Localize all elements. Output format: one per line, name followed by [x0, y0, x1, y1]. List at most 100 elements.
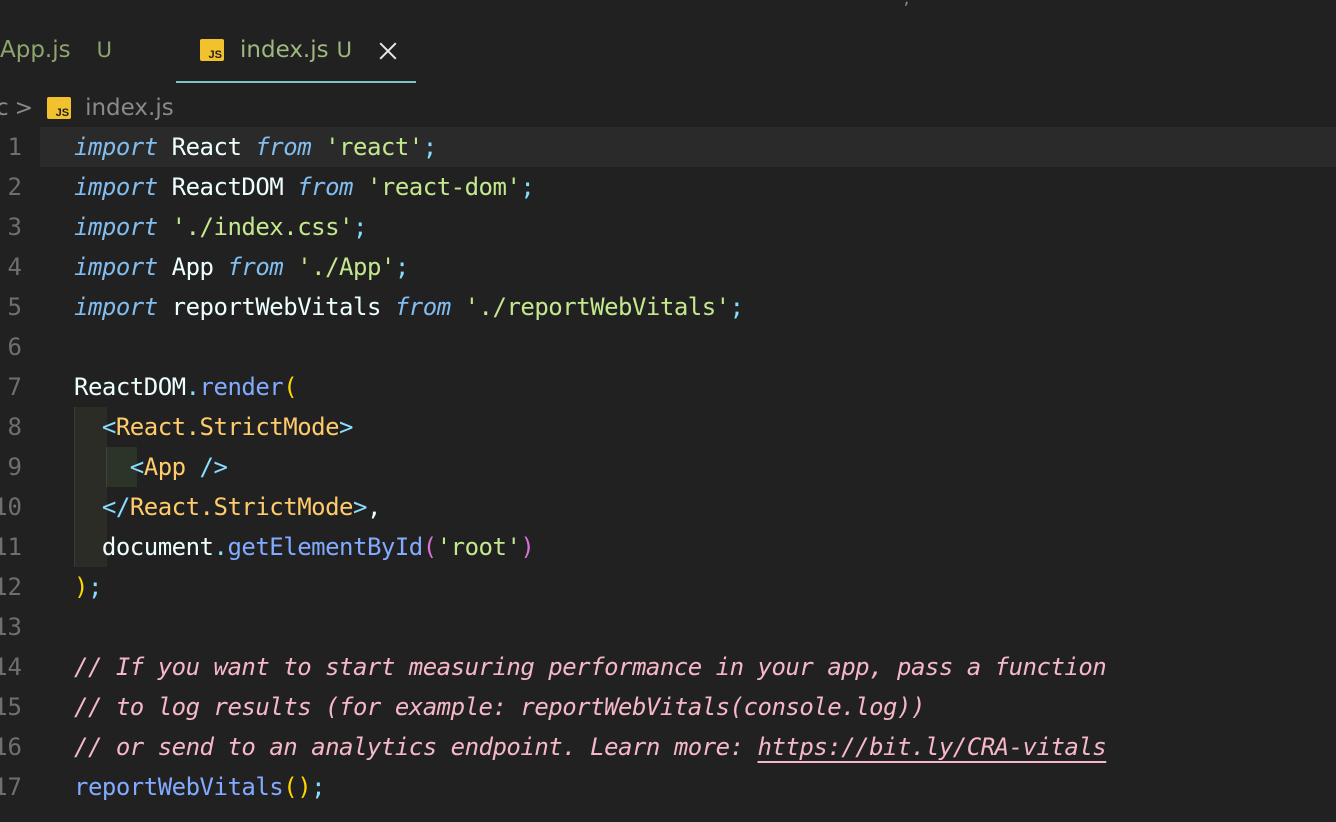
- code-text: import React from 'react';: [74, 127, 437, 167]
- code-token: .: [185, 373, 200, 401]
- code-token: import: [74, 133, 158, 161]
- code-text: <React.StrictMode>: [74, 407, 354, 447]
- code-token: getElementById: [227, 533, 423, 561]
- code-text: import './index.css';: [74, 207, 367, 247]
- code-token: ;: [87, 573, 102, 601]
- code-token: (: [422, 533, 437, 561]
- code-token: ;: [311, 773, 326, 801]
- code-line[interactable]: 12);: [0, 567, 1336, 607]
- code-line[interactable]: 17 reportWebVitals();: [0, 767, 1336, 807]
- code-text: reportWebVitals();: [74, 767, 326, 807]
- code-token: <: [129, 453, 144, 481]
- line-number: 7: [7, 373, 22, 401]
- code-token: from: [394, 293, 451, 321]
- breadcrumb-folder[interactable]: c: [0, 95, 9, 121]
- code-line[interactable]: 6: [0, 327, 1336, 367]
- code-line[interactable]: 3 import './index.css';: [0, 207, 1336, 247]
- line-number: 3: [7, 213, 22, 241]
- code-line[interactable]: 5 import reportWebVitals from './reportWe…: [0, 287, 1336, 327]
- code-token: ;: [394, 253, 409, 281]
- code-text: ReactDOM.render(: [74, 367, 298, 407]
- code-line[interactable]: 16 // or send to an analytics endpoint. L…: [0, 727, 1336, 767]
- untracked-status-badge: U: [96, 38, 112, 62]
- line-number: 11: [0, 533, 22, 561]
- code-token: React.StrictMode: [115, 413, 340, 441]
- code-token: ): [520, 533, 535, 561]
- code-token: >: [353, 493, 367, 521]
- code-line[interactable]: 14 // If you want to start measuring perf…: [0, 647, 1336, 687]
- tab-label: index.js: [240, 37, 329, 63]
- line-number: 5: [7, 293, 22, 321]
- close-icon[interactable]: [378, 40, 398, 60]
- code-token: App: [157, 253, 228, 281]
- code-line[interactable]: 11 document.getElementById('root'): [0, 527, 1336, 567]
- line-number: 2: [7, 173, 22, 201]
- line-number: 10: [0, 493, 22, 521]
- code-token: import: [74, 213, 158, 241]
- js-file-icon: JS: [200, 39, 224, 61]
- code-line[interactable]: 8 <React.StrictMode>: [0, 407, 1336, 447]
- code-text: <App />: [74, 447, 228, 487]
- tab-app-js[interactable]: App.js U: [0, 30, 112, 70]
- code-token: // or send to an analytics endpoint. Lea…: [74, 733, 758, 761]
- code-line[interactable]: 1 import React from 'react';: [0, 127, 1336, 167]
- code-token: './index.css': [171, 213, 354, 241]
- line-number: 16: [0, 733, 22, 761]
- code-token: (): [283, 773, 312, 801]
- code-token: './reportWebVitals': [464, 293, 731, 321]
- code-editor[interactable]: 1 import React from 'react'; 2 import React…: [0, 127, 1336, 822]
- code-line[interactable]: 10 </React.StrictMode>,: [0, 487, 1336, 527]
- breadcrumb: c > JS index.js: [0, 92, 174, 124]
- code-token: reportWebVitals: [157, 293, 395, 321]
- line-number: 15: [0, 693, 22, 721]
- code-token: ;: [729, 293, 744, 321]
- code-line[interactable]: 4 import App from './App';: [0, 247, 1336, 287]
- tab-overflow-text: · · ·, · · ·: [870, 0, 951, 9]
- code-token: React.StrictMode: [129, 493, 354, 521]
- tab-index-js[interactable]: JS index.js U: [200, 30, 398, 70]
- code-line[interactable]: 15 // to log results (for example: report…: [0, 687, 1336, 727]
- line-number: 13: [0, 613, 22, 641]
- code-token: document: [74, 533, 214, 561]
- code-line[interactable]: 7 ReactDOM.render(: [0, 367, 1336, 407]
- breadcrumb-file[interactable]: index.js: [85, 95, 174, 121]
- code-line[interactable]: 2 import ReactDOM from 'react-dom';: [0, 167, 1336, 207]
- code-text: // or send to an analytics endpoint. Lea…: [74, 727, 1107, 767]
- code-token: .: [213, 533, 228, 561]
- line-number: 8: [7, 413, 22, 441]
- code-token: 'root': [436, 533, 521, 561]
- line-number: 6: [7, 333, 22, 361]
- untracked-status-badge: U: [336, 38, 352, 62]
- line-number: 1: [7, 133, 22, 161]
- active-tab-indicator: [176, 81, 416, 83]
- code-token: 'react': [325, 133, 423, 161]
- code-token: reportWebVitals: [74, 773, 284, 801]
- code-token: App: [143, 453, 186, 481]
- js-file-icon: JS: [47, 97, 72, 119]
- code-link[interactable]: https://bit.ly/CRA-vitals: [758, 733, 1107, 761]
- chevron-right-icon: >: [14, 95, 34, 121]
- code-text: // to log results (for example: reportWe…: [74, 687, 925, 727]
- code-token: // If you want to start measuring perfor…: [74, 653, 1107, 681]
- code-text: );: [74, 567, 102, 607]
- code-token: <: [101, 413, 116, 441]
- code-token: import: [74, 253, 158, 281]
- code-text: import ReactDOM from 'react-dom';: [74, 167, 535, 207]
- code-line[interactable]: 13: [0, 607, 1336, 647]
- code-token: </: [101, 493, 130, 521]
- code-token: // to log results (for example: reportWe…: [74, 693, 925, 721]
- code-token: />: [185, 453, 228, 481]
- code-token: render: [199, 373, 284, 401]
- code-token: ReactDOM: [157, 173, 298, 201]
- code-token: ;: [520, 173, 535, 201]
- code-text: </React.StrictMode>,: [74, 487, 381, 527]
- code-text: import App from './App';: [74, 247, 409, 287]
- code-line[interactable]: 9 <App />: [0, 447, 1336, 487]
- code-token: React: [157, 133, 256, 161]
